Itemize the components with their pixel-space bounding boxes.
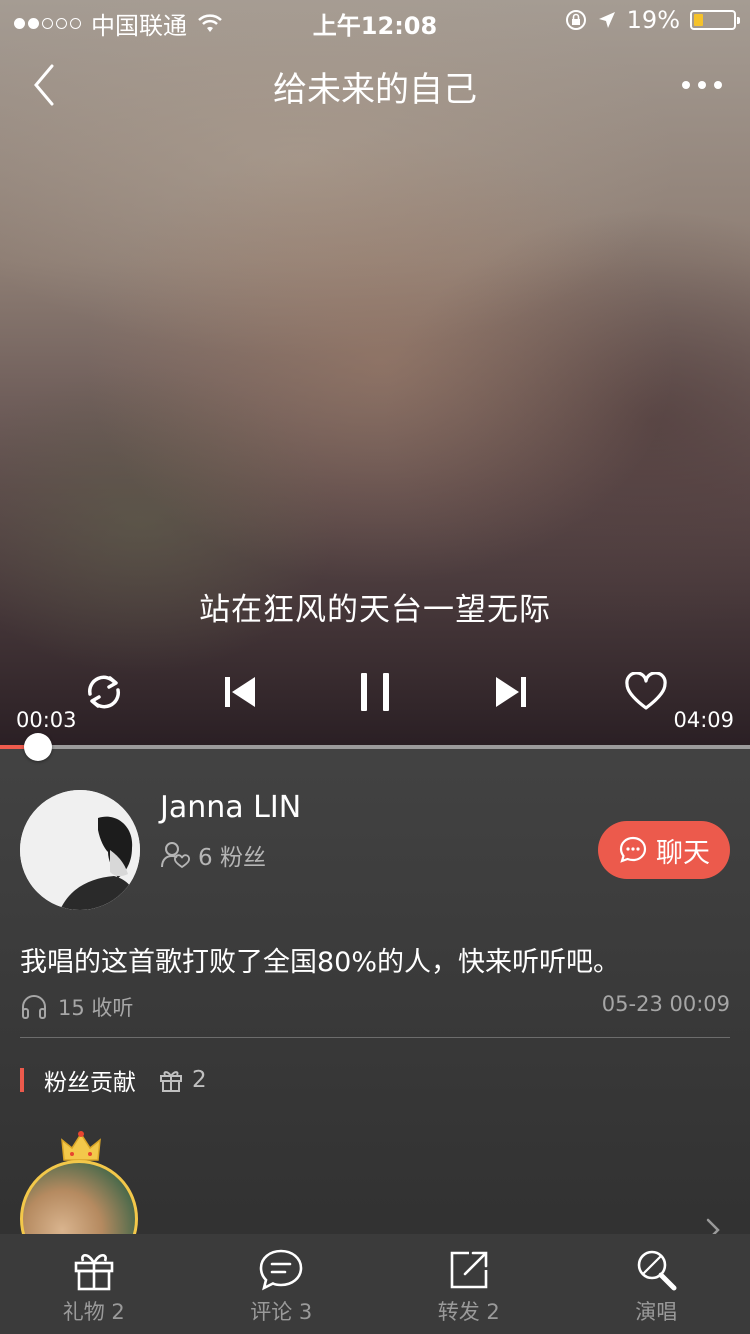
battery-percent: 19% [626, 6, 680, 34]
bottom-tab-bar: 礼物 2 评论 3 转发 2 演唱 [0, 1234, 750, 1334]
tab-gift[interactable]: 礼物 2 [0, 1234, 188, 1334]
song-description: 我唱的这首歌打败了全国80%的人，快来听听吧。 [20, 947, 621, 978]
username[interactable]: Janna LIN [160, 790, 301, 825]
publish-date: 05-23 00:09 [601, 992, 730, 1016]
tab-sing-label: 演唱 [635, 1300, 678, 1324]
avatar[interactable] [20, 790, 140, 910]
next-icon [496, 677, 526, 707]
comment-icon [259, 1249, 303, 1291]
total-time: 04:09 [673, 708, 734, 732]
progress-knob[interactable] [23, 733, 52, 761]
loop-icon [87, 675, 121, 709]
tab-sing[interactable]: 演唱 [563, 1234, 750, 1334]
chat-button[interactable]: 聊天 [598, 821, 730, 879]
tab-gift-label: 礼物 2 [62, 1300, 125, 1324]
chat-label: 聊天 [656, 837, 710, 869]
tab-comment[interactable]: 评论 3 [188, 1234, 376, 1334]
tab-comment-label: 评论 3 [250, 1300, 313, 1324]
progress-track[interactable] [0, 745, 750, 749]
gift-icon [74, 1253, 114, 1291]
location-icon [598, 12, 615, 28]
pause-icon [361, 673, 389, 711]
listen-label: 15 收听 [58, 996, 134, 1020]
listen-count: 15 收听 [20, 992, 133, 1022]
pause-button[interactable] [347, 664, 403, 720]
fan-contribution-header: 粉丝贡献 2 [20, 1066, 207, 1096]
current-time: 00:03 [16, 708, 77, 732]
current-lyric: 站在狂风的天台一望无际 [199, 592, 551, 628]
gift-small-icon [160, 1071, 182, 1092]
page-title: 给未来的自己 [273, 70, 477, 110]
fans-count[interactable]: 6 粉丝 [160, 838, 266, 872]
status-right: 19% [565, 6, 740, 34]
like-button[interactable] [618, 664, 674, 720]
heart-icon [625, 672, 667, 710]
share-icon [450, 1251, 488, 1289]
more-button[interactable] [678, 70, 726, 100]
chat-bubble-icon [619, 836, 647, 863]
rotation-lock-icon [565, 10, 586, 30]
headphones-icon [22, 995, 46, 1019]
previous-icon [225, 677, 255, 707]
top-fan[interactable] [20, 1130, 142, 1278]
battery-icon [690, 10, 740, 30]
more-icon [682, 81, 722, 89]
gift-count-value: 2 [192, 1067, 207, 1093]
tab-share-label: 转发 2 [437, 1300, 500, 1324]
fan-contribution-title: 粉丝贡献 [44, 1070, 136, 1096]
singer-photo [20, 790, 140, 910]
fans-label: 6 粉丝 [198, 845, 266, 871]
gift-count: 2 [158, 1067, 207, 1093]
divider [20, 1037, 730, 1038]
crown-icon [61, 1131, 101, 1161]
tab-share[interactable]: 转发 2 [375, 1234, 563, 1334]
previous-button[interactable] [212, 664, 268, 720]
section-marker [20, 1068, 24, 1092]
status-bar: 中国联通 上午12:08 19% [0, 0, 750, 40]
next-button[interactable] [483, 664, 539, 720]
player-controls [0, 664, 750, 724]
nav-bar: 给未来的自己 [0, 50, 750, 120]
microphone-icon [637, 1250, 677, 1291]
fans-icon [161, 842, 190, 869]
loop-button[interactable] [76, 664, 132, 720]
